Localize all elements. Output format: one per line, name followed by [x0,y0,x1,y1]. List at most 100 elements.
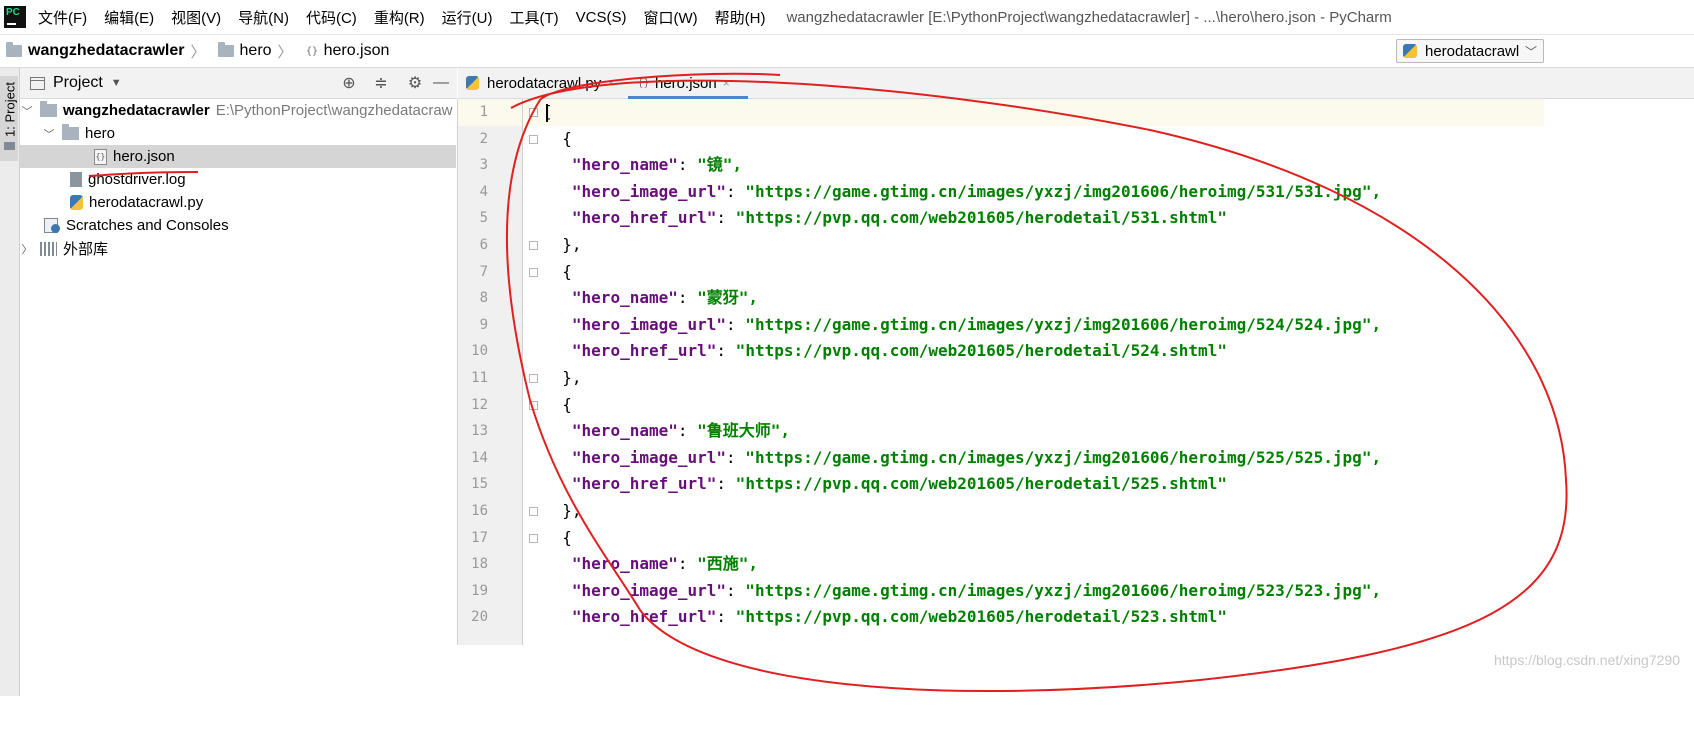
tree-item-path: E:\PythonProject\wangzhedatacraw [215,102,453,119]
menu-navigate[interactable]: 导航(N) [238,7,289,28]
fold-marker-icon[interactable] [529,533,538,543]
locate-icon[interactable]: ⊕ [339,73,359,93]
tree-item-label: 外部库 [63,241,109,258]
tab-herodatacrawl-py[interactable]: herodatacrawl.py × [466,68,614,98]
line-number: 15 [471,476,488,493]
json-file-icon: {} [306,45,319,57]
menu-file[interactable]: 文件(F) [38,7,87,28]
python-file-icon [466,76,479,90]
watermark: https://blog.csdn.net/xing7290 [1493,652,1680,668]
menu-refactor[interactable]: 重构(R) [374,7,425,28]
menu-view[interactable]: 视图(V) [171,7,221,28]
code-line: }, [543,368,582,387]
breadcrumb-hero[interactable]: hero [240,42,272,60]
line-number: 14 [471,449,488,466]
close-icon[interactable]: × [607,76,614,90]
code-line: "hero_name": "镜", [571,155,743,175]
json-value: 蒙犽 [706,288,739,308]
tab-label: herodatacrawl.py [487,74,602,92]
json-value: https://pvp.qq.com/web201605/herodetail/… [745,208,1218,228]
tree-item-label: Scratches and Consoles [66,217,229,234]
fold-marker-icon[interactable] [529,134,538,144]
project-panel-header: Project ▼ ⊕ ≑ ⚙ — [20,68,457,99]
breadcrumb-file[interactable]: hero.json [324,42,390,60]
scratches-icon [44,217,62,234]
minimize-icon[interactable]: — [431,74,451,92]
run-configuration-select[interactable]: herodatacrawl ﹀ [1396,39,1544,63]
tree-item-ghostdriver-log[interactable]: ghostdriver.log [70,168,186,191]
fold-marker-icon[interactable] [529,400,538,410]
code-line: }, [543,235,582,254]
tab-hero-json[interactable]: {} hero.json × [636,68,730,98]
chevron-right-icon[interactable]: 〉 [20,241,34,257]
project-view-selector[interactable]: Project [53,74,103,92]
python-icon [1403,44,1417,58]
tool-window-stripe [0,68,20,696]
menu-vcs[interactable]: VCS(S) [576,9,627,26]
fold-marker-icon[interactable] [529,241,538,250]
tree-item-hero-json[interactable]: {} hero.json [94,145,175,168]
collapse-all-icon[interactable]: ≑ [371,73,391,93]
breadcrumb: wangzhedatacrawler 〉 hero 〉 {} hero.json [0,41,389,62]
line-number: 12 [471,396,488,413]
tree-item-project-root[interactable]: ﹀ wangzhedatacrawler E:\PythonProject\wa… [20,99,453,122]
json-file-icon: {} [637,77,650,89]
folder-icon [4,142,15,150]
tree-item-label: ghostdriver.log [88,171,186,188]
menu-help[interactable]: 帮助(H) [715,7,766,28]
line-number: 8 [479,290,488,307]
line-number: 4 [479,183,488,200]
json-key: "hero_href_url" [571,208,717,228]
code-line: "hero_image_url": "https://game.gtimg.cn… [571,580,1382,600]
json-key: "hero_image_url" [571,181,727,201]
folder-icon [6,42,22,57]
menu-edit[interactable]: 编辑(E) [104,7,154,28]
line-number: 16 [471,503,488,519]
chevron-down-icon[interactable]: ﹀ [20,103,34,119]
fold-marker-icon[interactable] [529,267,538,277]
tree-item-label: hero.json [113,148,175,165]
json-value: https://game.gtimg.cn/images/yxzj/img201… [754,447,1362,467]
tree-item-scratches[interactable]: Scratches and Consoles [44,214,229,237]
menu-code[interactable]: 代码(C) [306,7,357,28]
caret-down-icon[interactable]: ▼ [111,77,122,89]
folder-icon [217,42,234,57]
line-number: 11 [471,370,488,386]
code-line: "hero_name": "蒙犽", [571,288,759,308]
tree-item-hero-folder[interactable]: ﹀ hero [42,122,115,145]
selected-row-highlight [20,145,456,168]
code-line: "hero_href_url": "https://pvp.qq.com/web… [571,607,1227,627]
log-file-icon [70,172,82,187]
current-line-highlight [458,99,1544,126]
tree-item-label: herodatacrawl.py [89,194,204,211]
json-value: 西施 [706,554,739,574]
fold-marker-icon[interactable] [529,374,538,383]
chevron-down-icon[interactable]: ﹀ [42,126,56,142]
menu-window[interactable]: 窗口(W) [643,7,697,28]
menu-run[interactable]: 运行(U) [442,7,493,28]
json-key: "hero_href_url" [571,607,717,627]
line-number: 1 [479,104,488,120]
json-key: "hero_image_url" [571,580,727,600]
breadcrumb-project[interactable]: wangzhedatacrawler [28,42,185,60]
json-key: "hero_href_url" [571,474,717,494]
tree-item-herodatacrawl-py[interactable]: herodatacrawl.py [70,191,203,214]
json-key: "hero_name" [571,554,678,574]
json-value: https://game.gtimg.cn/images/yxzj/img201… [754,314,1362,334]
fold-marker-icon[interactable] [529,108,538,117]
tree-item-external-libraries[interactable]: 〉 外部库 [20,237,109,260]
close-icon[interactable]: × [723,76,730,90]
line-number: 9 [479,316,488,333]
project-tool-label[interactable]: 1: Project [3,80,18,140]
line-number: 17 [471,529,488,546]
chevron-down-icon: ﹀ [1524,44,1537,59]
code-line: "hero_href_url": "https://pvp.qq.com/web… [571,208,1227,228]
json-key: "hero_href_url" [571,341,717,361]
run-configuration-label: herodatacrawl [1425,42,1520,60]
json-value: 鲁班大师 [706,421,771,441]
menu-tools[interactable]: 工具(T) [509,7,558,28]
chevron-right-icon: 〉 [190,43,206,61]
window-icon [30,76,45,90]
gear-icon[interactable]: ⚙ [405,73,425,93]
fold-marker-icon[interactable] [529,507,538,516]
